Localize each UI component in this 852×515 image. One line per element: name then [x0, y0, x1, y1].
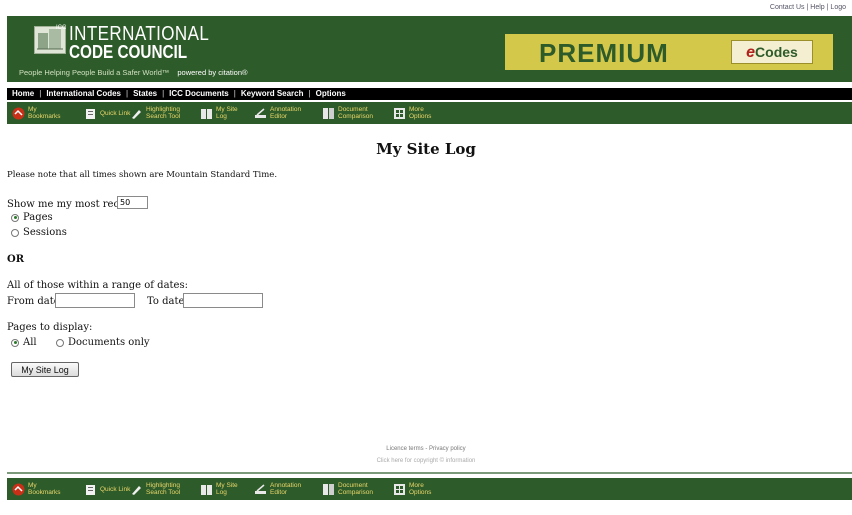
tools-toolbar: My Bookmarks Quick Link Highlighting Sea… — [7, 102, 852, 124]
toolbar-annotation-editor[interactable]: Annotation Editor — [253, 105, 314, 121]
toolbar-highlighting-search-tool[interactable]: Highlighting Search Tool — [129, 105, 196, 121]
pages-display-label: Pages to display: — [7, 322, 93, 333]
quick-link-icon — [83, 482, 97, 496]
compare-icon — [321, 106, 335, 120]
toolbar-label: Annotation Editor — [270, 482, 302, 496]
toolbar-label: My Site Log — [216, 106, 238, 120]
toolbar-label: Annotation Editor — [270, 106, 302, 120]
more-options-icon — [392, 106, 406, 120]
or-separator: OR — [7, 254, 25, 265]
ecodes-e: e — [746, 44, 756, 61]
toolbar-label: Highlighting Search Tool — [146, 482, 181, 496]
nav-home[interactable]: Home — [7, 88, 39, 100]
bookmark-icon — [11, 106, 25, 120]
highlight-icon — [129, 106, 143, 120]
brand-title-line2: CODE COUNCIL — [69, 42, 188, 62]
sessions-label: Sessions — [23, 227, 67, 238]
toolbar-annotation-editor[interactable]: Annotation Editor — [253, 481, 314, 497]
powered-by-text: powered by citation® — [177, 68, 248, 77]
nav-keyword-search[interactable]: Keyword Search — [236, 88, 309, 100]
licence-terms-link[interactable]: Licence terms — [386, 446, 423, 452]
toolbar-label: Document Comparison — [338, 106, 374, 120]
toolbar-my-site-log[interactable]: My Site Log — [199, 105, 246, 121]
tagline: People Helping People Build a Safer Worl… — [19, 68, 248, 77]
to-date-label: To date — [147, 296, 185, 307]
brand-title-line1: INTERNATIONAL — [69, 23, 210, 45]
ecodes-logo: eCodes — [731, 40, 813, 64]
toolbar-label: Document Comparison — [338, 482, 374, 496]
toolbar-label: More Options — [409, 482, 432, 496]
toolbar-label: My Site Log — [216, 482, 238, 496]
highlight-icon — [129, 482, 143, 496]
toolbar-document-comparison[interactable]: Document Comparison — [321, 105, 384, 121]
site-log-icon — [199, 106, 213, 120]
contact-us-link[interactable]: Contact Us — [770, 4, 805, 11]
recent-pages-option[interactable]: Pages — [11, 212, 53, 223]
more-options-icon — [392, 482, 406, 496]
logout-link[interactable]: Logo — [830, 4, 846, 11]
sessions-radio[interactable] — [11, 228, 19, 237]
ecodes-text: Codes — [755, 44, 798, 60]
annotation-icon — [253, 106, 267, 120]
toolbar-label: My Bookmarks — [28, 482, 61, 496]
pages-radio[interactable] — [11, 213, 19, 222]
tagline-text: People Helping People Build a Safer Worl… — [19, 68, 170, 77]
nav-states[interactable]: States — [128, 88, 162, 100]
all-radio[interactable] — [11, 338, 19, 347]
to-date-input[interactable] — [183, 293, 263, 308]
display-docs-only-option[interactable]: Documents only — [56, 337, 150, 348]
site-log-icon — [199, 482, 213, 496]
timezone-note: Please note that all times shown are Mou… — [7, 170, 278, 180]
top-links-separator: | — [806, 4, 809, 11]
nav-options[interactable]: Options — [311, 88, 351, 100]
page-title: My Site Log — [376, 140, 476, 158]
toolbar-my-bookmarks[interactable]: My Bookmarks — [11, 481, 68, 497]
toolbar-label: More Options — [409, 106, 432, 120]
help-link[interactable]: Help — [810, 4, 824, 11]
footer-divider — [7, 472, 852, 474]
header-banner: ICC INTERNATIONAL CODE COUNCIL People He… — [7, 16, 852, 82]
top-links-separator: | — [826, 4, 829, 11]
toolbar-my-bookmarks[interactable]: My Bookmarks — [11, 105, 68, 121]
recent-count-input[interactable] — [117, 196, 148, 209]
nav-icc-documents[interactable]: ICC Documents — [164, 88, 234, 100]
quick-link-icon — [83, 106, 97, 120]
toolbar-more-options[interactable]: More Options — [392, 481, 443, 497]
bottom-tools-toolbar: My Bookmarks Quick Link Highlighting Sea… — [7, 478, 852, 500]
toolbar-label: My Bookmarks — [28, 106, 61, 120]
toolbar-more-options[interactable]: More Options — [392, 105, 443, 121]
top-links: Contact Us | Help | Logo — [770, 4, 846, 11]
from-date-label: From date — [7, 296, 60, 307]
toolbar-document-comparison[interactable]: Document Comparison — [321, 481, 384, 497]
premium-label: PREMIUM — [539, 38, 669, 68]
display-all-option[interactable]: All — [11, 337, 37, 348]
pages-label: Pages — [23, 212, 53, 223]
toolbar-label: Highlighting Search Tool — [146, 106, 181, 120]
compare-icon — [321, 482, 335, 496]
toolbar-my-site-log[interactable]: My Site Log — [199, 481, 246, 497]
date-range-label: All of those within a range of dates: — [7, 280, 188, 291]
nav-international-codes[interactable]: International Codes — [41, 88, 126, 100]
annotation-icon — [253, 482, 267, 496]
recent-sessions-option[interactable]: Sessions — [11, 227, 67, 238]
premium-banner: PREMIUM eCodes — [505, 34, 833, 70]
my-site-log-button[interactable]: My Site Log — [11, 362, 79, 377]
footer-links: Licence terms - Privacy policy — [0, 446, 852, 452]
documents-only-label: Documents only — [68, 337, 150, 348]
main-nav: Home | International Codes | States | ICC Docu… — [7, 88, 852, 100]
from-date-input[interactable] — [55, 293, 135, 308]
documents-only-radio[interactable] — [56, 338, 64, 347]
icc-mark: ICC — [56, 25, 67, 31]
bookmark-icon — [11, 482, 25, 496]
privacy-policy-link[interactable]: Privacy policy — [429, 446, 466, 452]
toolbar-highlighting-search-tool[interactable]: Highlighting Search Tool — [129, 481, 196, 497]
copyright-link[interactable]: Click here for copyright © information — [0, 458, 852, 464]
all-label: All — [23, 337, 37, 348]
